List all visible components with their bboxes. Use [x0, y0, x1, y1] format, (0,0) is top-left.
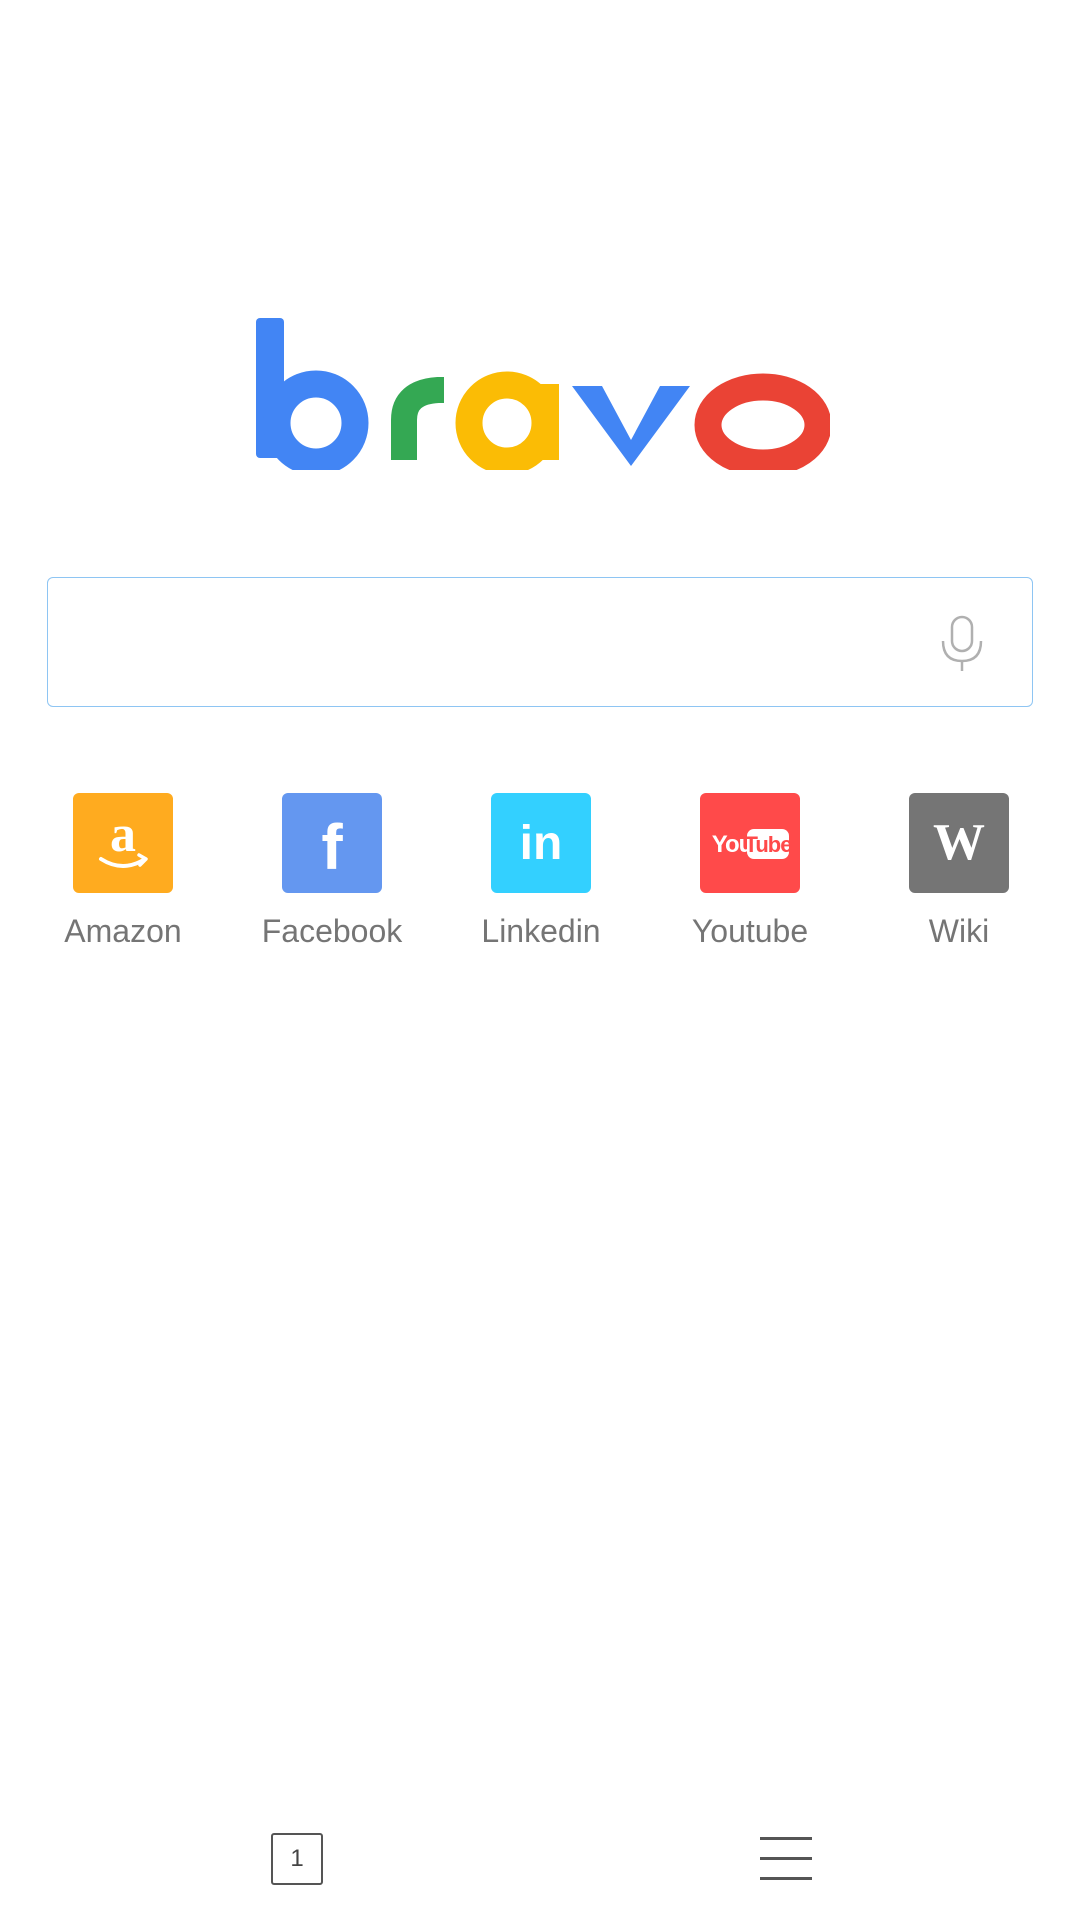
youtube-icon: You Tube — [700, 793, 800, 893]
tabs-button[interactable]: 1 — [271, 1833, 323, 1885]
search-input[interactable] — [68, 578, 932, 708]
logo-letter-v — [572, 386, 690, 466]
microphone-icon — [941, 615, 983, 671]
shortcut-linkedin[interactable]: in Linkedin — [451, 793, 631, 963]
hamburger-menu-icon — [760, 1833, 812, 1885]
svg-text:f: f — [321, 811, 343, 883]
amazon-icon: a — [73, 793, 173, 893]
shortcut-label: Youtube — [691, 913, 809, 949]
shortcut-facebook[interactable]: f Facebook — [242, 793, 422, 963]
browser-home-page: a Amazon f Facebook in Linkedin You Tube… — [0, 0, 1080, 1920]
shortcut-label: Linkedin — [481, 913, 601, 949]
voice-search-button[interactable] — [932, 613, 992, 673]
bravo-logo — [0, 310, 1080, 470]
svg-text:a: a — [110, 806, 136, 863]
svg-text:in: in — [520, 817, 563, 870]
shortcut-label: Amazon — [64, 913, 182, 949]
logo-letter-b — [256, 318, 369, 470]
menu-button[interactable] — [760, 1833, 812, 1885]
speed-dial: a Amazon f Facebook in Linkedin You Tube… — [0, 793, 1080, 963]
logo-letter-o — [694, 373, 830, 470]
linkedin-icon: in — [491, 793, 591, 893]
shortcut-youtube[interactable]: You Tube Youtube — [660, 793, 840, 963]
shortcut-wiki[interactable]: W Wiki — [869, 793, 1049, 963]
logo-letter-r — [391, 377, 444, 460]
logo-letter-a — [455, 371, 559, 470]
tab-count: 1 — [290, 1845, 304, 1872]
shortcut-amazon[interactable]: a Amazon — [33, 793, 213, 963]
svg-text:Tube: Tube — [745, 832, 793, 857]
shortcut-label: Facebook — [261, 913, 403, 949]
bottom-toolbar: 1 — [0, 1800, 1080, 1920]
logo-wordmark — [256, 318, 830, 470]
facebook-icon: f — [282, 793, 382, 893]
shortcut-label: Wiki — [928, 913, 990, 949]
svg-text:W: W — [933, 814, 985, 871]
wikipedia-icon: W — [909, 793, 1009, 893]
search-box[interactable] — [47, 577, 1033, 708]
